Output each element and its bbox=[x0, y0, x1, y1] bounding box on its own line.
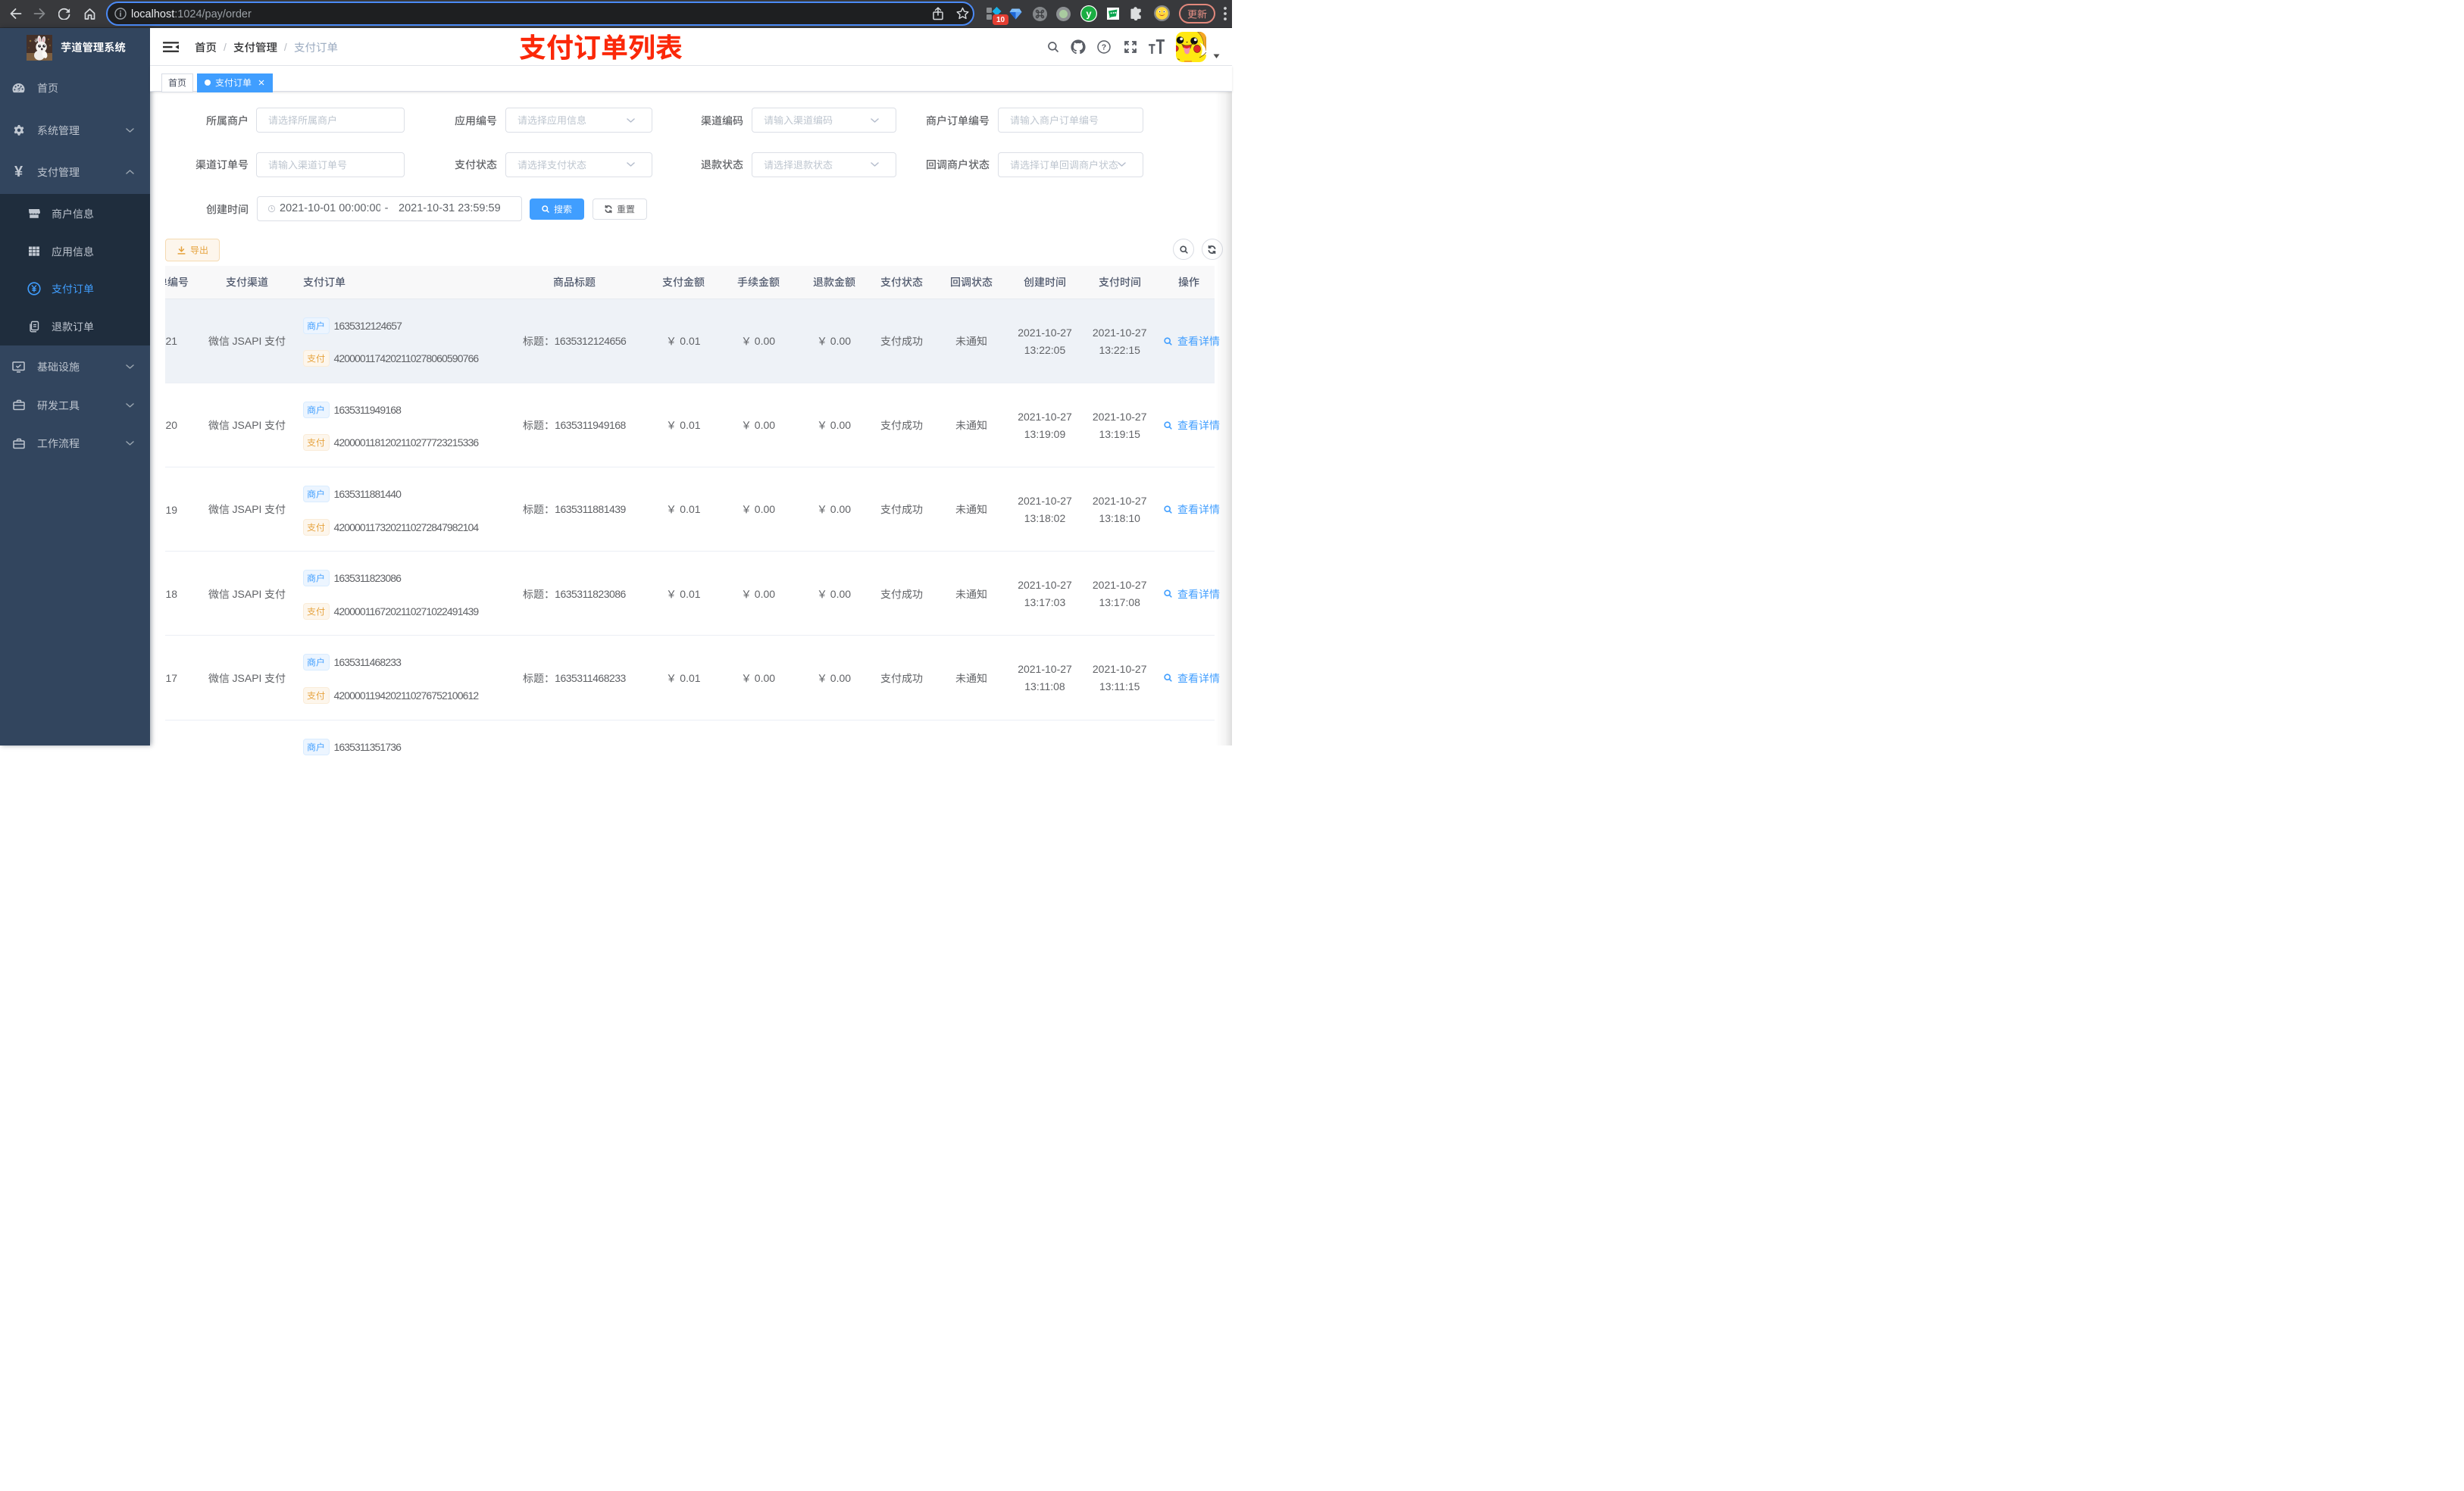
svg-text:y: y bbox=[1086, 8, 1092, 19]
svg-text:?: ? bbox=[1102, 43, 1106, 52]
